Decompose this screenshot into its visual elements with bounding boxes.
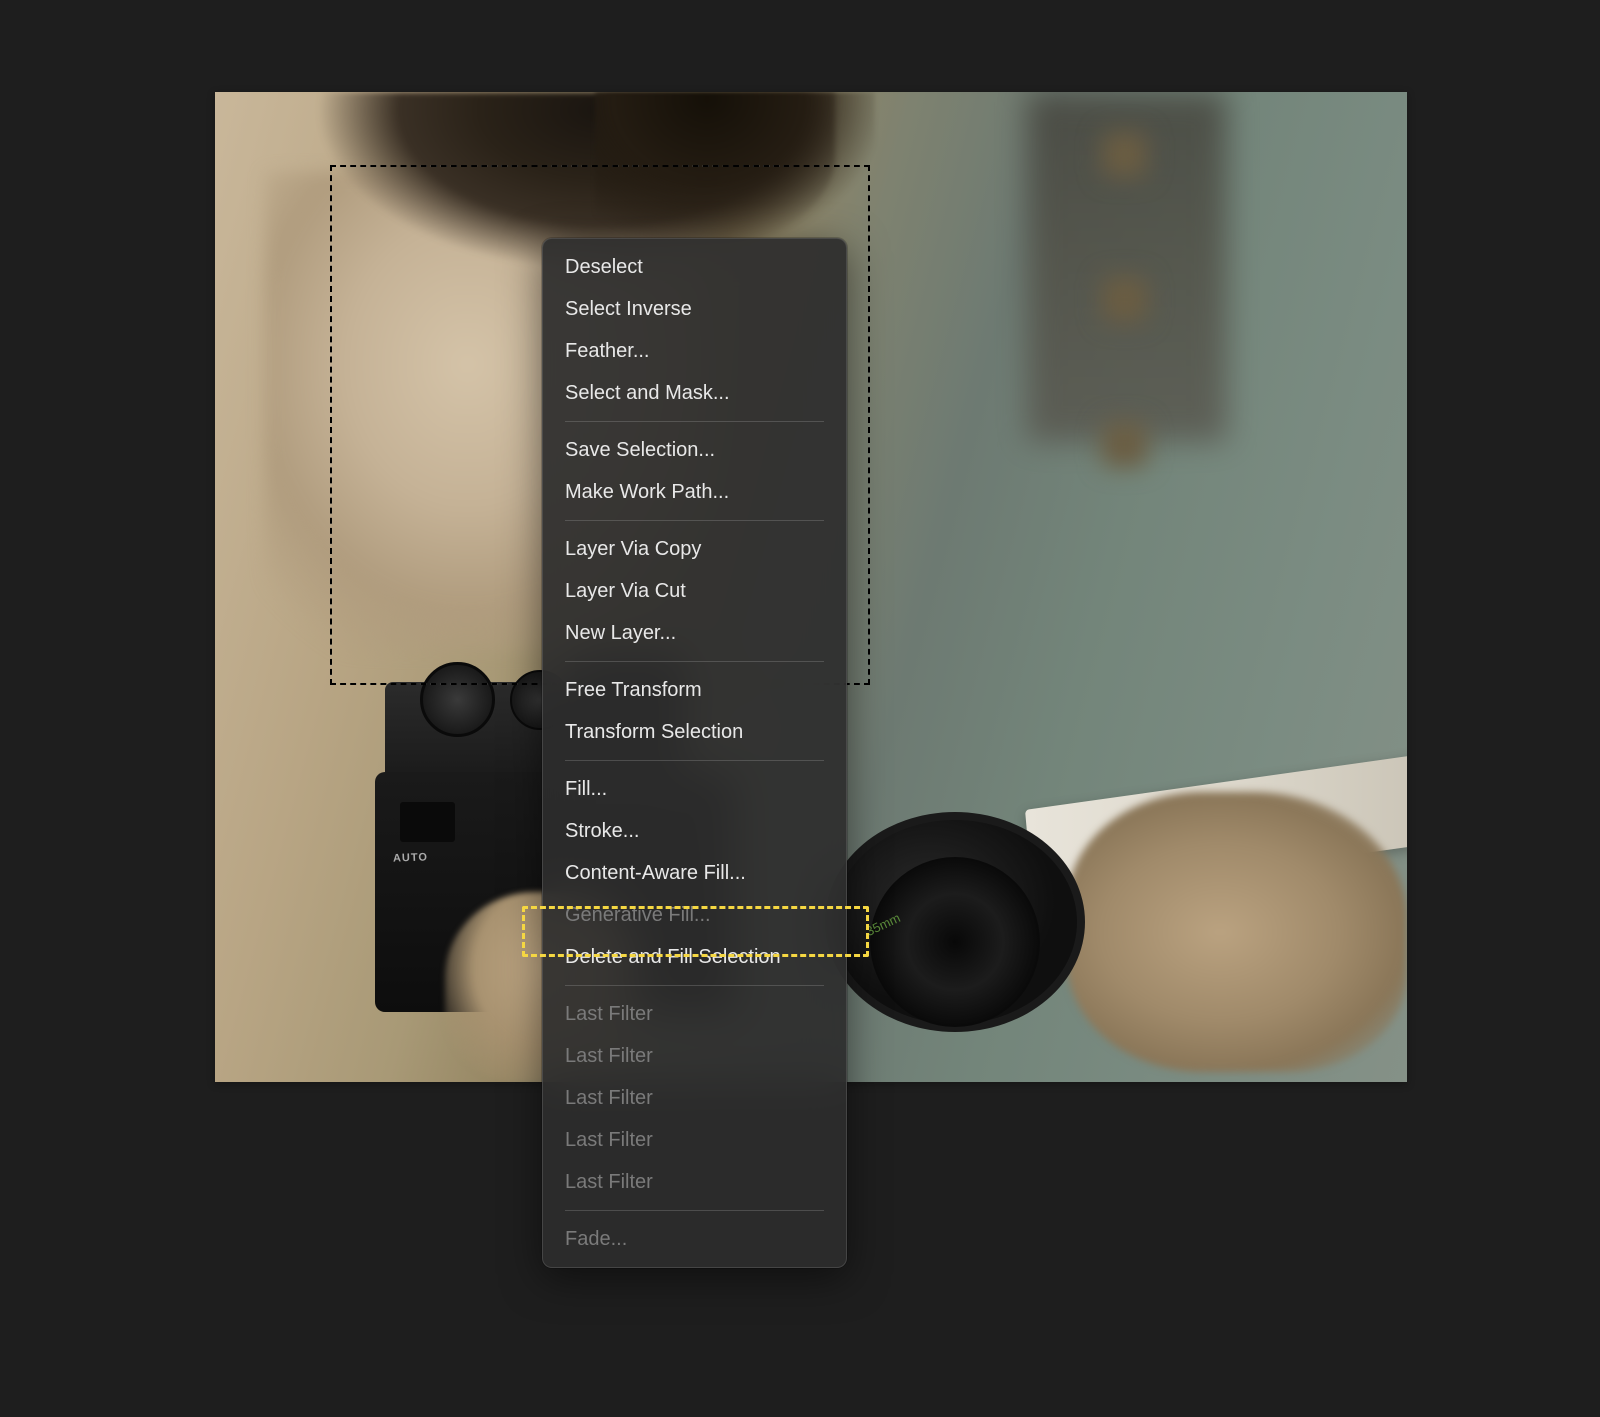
menu-item-stroke[interactable]: Stroke... bbox=[543, 810, 846, 852]
menu-item-select-and-mask[interactable]: Select and Mask... bbox=[543, 372, 846, 414]
photo-lens: 35mm bbox=[825, 762, 1175, 1062]
menu-item-transform-selection[interactable]: Transform Selection bbox=[543, 711, 846, 753]
lens-ring bbox=[870, 857, 1040, 1027]
menu-item-select-inverse[interactable]: Select Inverse bbox=[543, 288, 846, 330]
menu-item-make-work-path[interactable]: Make Work Path... bbox=[543, 471, 846, 513]
menu-item-last-filter: Last Filter bbox=[543, 1161, 846, 1203]
menu-item-deselect[interactable]: Deselect bbox=[543, 246, 846, 288]
menu-item-new-layer[interactable]: New Layer... bbox=[543, 612, 846, 654]
menu-separator bbox=[565, 661, 824, 662]
background-detail bbox=[1102, 132, 1147, 177]
menu-item-last-filter: Last Filter bbox=[543, 1119, 846, 1161]
photo-subject-hair bbox=[595, 92, 875, 242]
menu-separator bbox=[565, 760, 824, 761]
menu-separator bbox=[565, 1210, 824, 1211]
menu-item-fill[interactable]: Fill... bbox=[543, 768, 846, 810]
menu-item-feather[interactable]: Feather... bbox=[543, 330, 846, 372]
menu-separator bbox=[565, 421, 824, 422]
camera-auto-text: AUTO bbox=[393, 851, 428, 864]
context-menu: DeselectSelect InverseFeather...Select a… bbox=[542, 238, 847, 1268]
menu-item-content-aware-fill[interactable]: Content-Aware Fill... bbox=[543, 852, 846, 894]
menu-item-last-filter: Last Filter bbox=[543, 1077, 846, 1119]
menu-item-layer-via-copy[interactable]: Layer Via Copy bbox=[543, 528, 846, 570]
camera-dial bbox=[420, 662, 495, 737]
menu-item-delete-and-fill-selection[interactable]: Delete and Fill Selection bbox=[543, 936, 846, 978]
background-detail bbox=[1102, 277, 1147, 322]
menu-item-last-filter: Last Filter bbox=[543, 993, 846, 1035]
camera-label-plate bbox=[400, 802, 455, 842]
menu-item-save-selection[interactable]: Save Selection... bbox=[543, 429, 846, 471]
menu-item-free-transform[interactable]: Free Transform bbox=[543, 669, 846, 711]
menu-item-fade: Fade... bbox=[543, 1218, 846, 1260]
menu-item-layer-via-cut[interactable]: Layer Via Cut bbox=[543, 570, 846, 612]
menu-item-last-filter: Last Filter bbox=[543, 1035, 846, 1077]
menu-separator bbox=[565, 985, 824, 986]
background-detail bbox=[1102, 422, 1147, 467]
menu-separator bbox=[565, 520, 824, 521]
menu-item-generative-fill: Generative Fill... bbox=[543, 894, 846, 936]
